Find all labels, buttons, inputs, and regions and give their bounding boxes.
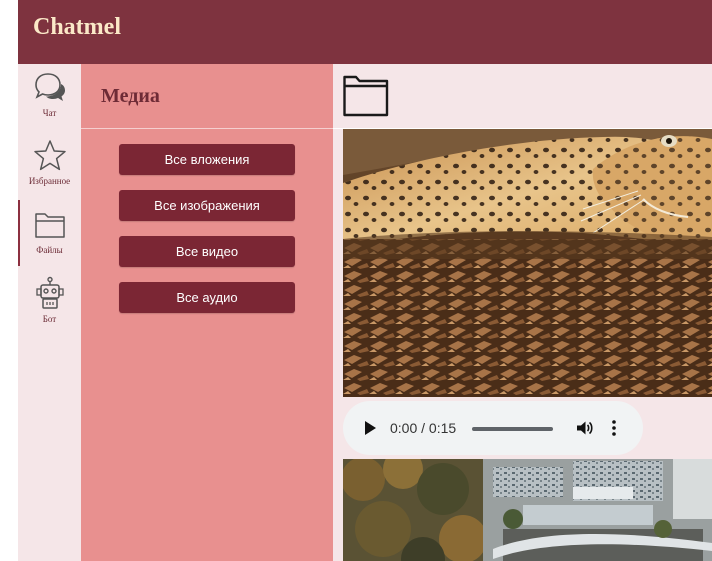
rail-item-chat[interactable]: Чат (18, 70, 81, 132)
rail-item-files[interactable]: Файлы (18, 200, 81, 266)
more-options-icon[interactable] (611, 419, 617, 437)
panel-title: Медиа (101, 85, 160, 107)
all-attachments-button[interactable]: Все вложения (119, 144, 295, 175)
rail-item-label: Бот (42, 314, 57, 324)
play-icon[interactable] (363, 420, 377, 436)
chat-bubbles-icon (34, 73, 65, 101)
folder-icon (34, 213, 65, 238)
star-icon (33, 140, 66, 171)
media-panel: Медиа Все вложения Все изображения Все в… (81, 64, 333, 561)
audio-time: 0:00 / 0:15 (390, 420, 457, 436)
audio-player: 0:00 / 0:15 (343, 401, 643, 455)
robot-icon (35, 276, 64, 309)
app-header: Chatmel (18, 0, 712, 64)
city-image[interactable] (343, 459, 712, 561)
city-image-graphic (343, 459, 712, 561)
all-videos-button[interactable]: Все видео (119, 236, 295, 267)
media-content: 0:00 / 0:15 (333, 64, 712, 561)
panel-divider (81, 128, 333, 129)
folder-icon (343, 75, 389, 117)
rail-item-label: Чат (42, 108, 57, 118)
rail-item-label: Файлы (36, 245, 63, 255)
leopard-image-graphic (343, 129, 712, 397)
app-title: Chatmel (33, 14, 121, 40)
audio-progress-bar[interactable] (472, 427, 553, 431)
rail-item-bot[interactable]: Бот (18, 276, 81, 338)
nav-rail: Чат Избранное Файлы Бот (18, 64, 81, 561)
all-audio-button[interactable]: Все аудио (119, 282, 295, 313)
rail-item-favorites[interactable]: Избранное (18, 138, 81, 200)
folder-button[interactable] (343, 75, 389, 122)
leopard-image[interactable] (343, 129, 712, 397)
all-images-button[interactable]: Все изображения (119, 190, 295, 221)
volume-icon[interactable] (576, 419, 594, 437)
app-window: Chatmel Чат Избранное Файлы Бот Медиа Вс… (18, 0, 712, 561)
rail-item-label: Избранное (28, 176, 71, 186)
